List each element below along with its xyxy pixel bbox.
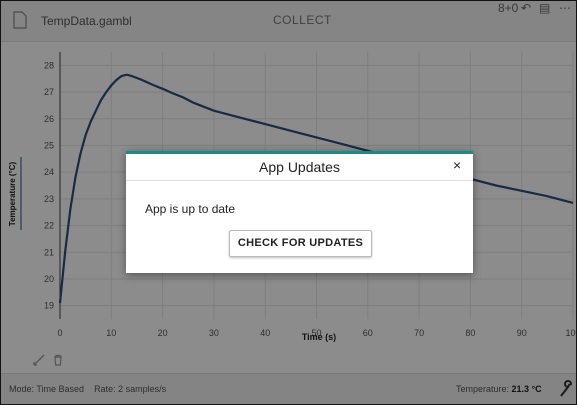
- dialog-message: App is up to date: [145, 202, 236, 216]
- dialog-title: App Updates: [259, 159, 340, 175]
- dialog-header: App Updates ×: [126, 154, 473, 181]
- app-updates-dialog: App Updates × App is up to date CHECK FO…: [126, 151, 473, 273]
- close-icon[interactable]: ×: [453, 157, 461, 173]
- check-for-updates-button[interactable]: CHECK FOR UPDATES: [229, 230, 372, 257]
